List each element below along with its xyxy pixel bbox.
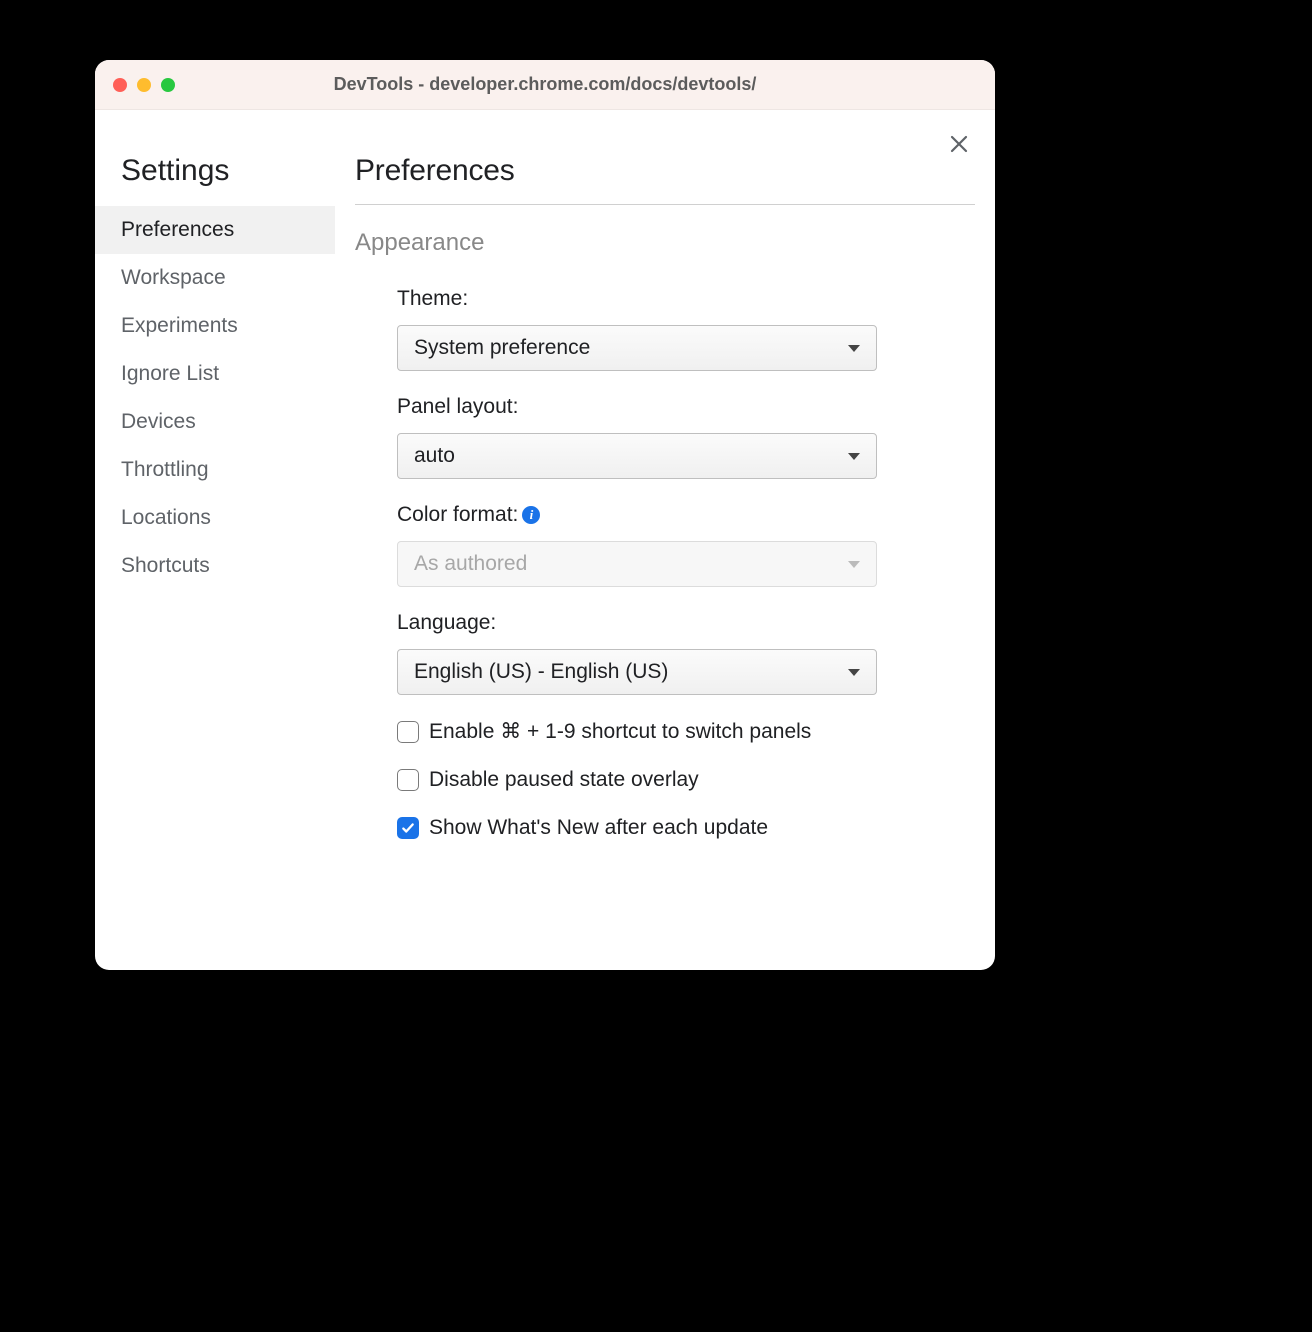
checkbox-disable-paused-overlay[interactable]: Disable paused state overlay (355, 768, 975, 792)
field-language: Language: English (US) - English (US) (355, 611, 975, 695)
color-format-select: As authored (397, 541, 877, 587)
panel-layout-select-value: auto (414, 444, 455, 468)
field-panel-layout: Panel layout: auto (355, 395, 975, 479)
sidebar-item-experiments[interactable]: Experiments (95, 302, 335, 350)
settings-body: Settings Preferences Workspace Experimen… (95, 110, 995, 970)
window-title: DevTools - developer.chrome.com/docs/dev… (95, 74, 995, 95)
sidebar-item-label: Devices (121, 410, 196, 433)
window-titlebar: DevTools - developer.chrome.com/docs/dev… (95, 60, 995, 110)
window-minimize-dot[interactable] (137, 78, 151, 92)
settings-heading: Settings (95, 154, 335, 188)
sidebar-item-ignore-list[interactable]: Ignore List (95, 350, 335, 398)
checkbox-show-whats-new[interactable]: Show What's New after each update (355, 816, 975, 840)
checkbox-icon (397, 817, 419, 839)
page-title: Preferences (355, 154, 975, 188)
checkbox-label: Disable paused state overlay (429, 768, 699, 792)
chevron-down-icon (848, 345, 860, 352)
sidebar-item-shortcuts[interactable]: Shortcuts (95, 542, 335, 590)
panel-layout-label: Panel layout: (397, 395, 975, 419)
sidebar-item-label: Locations (121, 506, 211, 529)
checkbox-icon (397, 721, 419, 743)
section-appearance-title: Appearance (355, 229, 975, 257)
sidebar-item-throttling[interactable]: Throttling (95, 446, 335, 494)
chevron-down-icon (848, 669, 860, 676)
field-theme: Theme: System preference (355, 287, 975, 371)
theme-label: Theme: (397, 287, 975, 311)
sidebar-item-label: Workspace (121, 266, 226, 289)
info-icon[interactable]: i (522, 506, 540, 524)
sidebar-item-label: Experiments (121, 314, 238, 337)
checkbox-label: Enable ⌘ + 1-9 shortcut to switch panels (429, 719, 811, 744)
sidebar-item-label: Ignore List (121, 362, 219, 385)
traffic-lights (113, 78, 175, 92)
checkbox-enable-shortcut[interactable]: Enable ⌘ + 1-9 shortcut to switch panels (355, 719, 975, 744)
theme-select-value: System preference (414, 336, 590, 360)
devtools-settings-window: DevTools - developer.chrome.com/docs/dev… (95, 60, 995, 970)
panel-layout-select[interactable]: auto (397, 433, 877, 479)
language-select-value: English (US) - English (US) (414, 660, 668, 684)
checkbox-icon (397, 769, 419, 791)
field-color-format: Color format: i As authored (355, 503, 975, 587)
sidebar-item-label: Preferences (121, 218, 234, 241)
chevron-down-icon (848, 453, 860, 460)
sidebar-item-label: Shortcuts (121, 554, 210, 577)
chevron-down-icon (848, 561, 860, 568)
window-zoom-dot[interactable] (161, 78, 175, 92)
divider (355, 204, 975, 205)
settings-sidebar: Settings Preferences Workspace Experimen… (95, 110, 335, 970)
window-close-dot[interactable] (113, 78, 127, 92)
sidebar-item-preferences[interactable]: Preferences (95, 206, 335, 254)
close-icon[interactable] (947, 132, 971, 156)
color-format-select-value: As authored (414, 552, 527, 576)
language-select[interactable]: English (US) - English (US) (397, 649, 877, 695)
sidebar-item-label: Throttling (121, 458, 209, 481)
color-format-label: Color format: i (397, 503, 975, 527)
checkbox-label: Show What's New after each update (429, 816, 768, 840)
theme-select[interactable]: System preference (397, 325, 877, 371)
settings-main: Preferences Appearance Theme: System pre… (335, 110, 995, 970)
sidebar-item-locations[interactable]: Locations (95, 494, 335, 542)
sidebar-item-devices[interactable]: Devices (95, 398, 335, 446)
sidebar-item-workspace[interactable]: Workspace (95, 254, 335, 302)
language-label: Language: (397, 611, 975, 635)
